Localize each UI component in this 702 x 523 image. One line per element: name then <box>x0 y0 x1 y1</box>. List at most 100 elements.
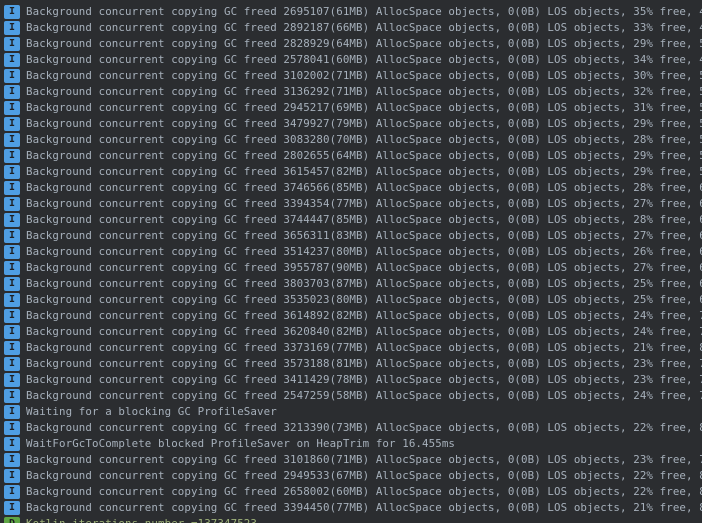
log-row[interactable]: I Background concurrent copying GC freed … <box>0 452 702 468</box>
log-message: Background concurrent copying GC freed 2… <box>26 7 702 18</box>
log-message: Background concurrent copying GC freed 3… <box>26 87 702 98</box>
log-row[interactable]: I Background concurrent copying GC freed … <box>0 148 702 164</box>
info-level-badge: I <box>4 37 20 51</box>
log-row[interactable]: I Background concurrent copying GC freed … <box>0 164 702 180</box>
log-message: WaitForGcToComplete blocked ProfileSaver… <box>26 439 455 450</box>
log-message: Background concurrent copying GC freed 3… <box>26 199 702 210</box>
info-level-badge: I <box>4 293 20 307</box>
info-level-badge: I <box>4 21 20 35</box>
log-row[interactable]: I Background concurrent copying GC freed … <box>0 116 702 132</box>
log-row[interactable]: I Background concurrent copying GC freed … <box>0 356 702 372</box>
log-message: Background concurrent copying GC freed 3… <box>26 279 702 290</box>
log-row[interactable]: I Background concurrent copying GC freed … <box>0 244 702 260</box>
info-level-badge: I <box>4 245 20 259</box>
log-message: Background concurrent copying GC freed 2… <box>26 471 702 482</box>
log-message: Kotlin iterations number =137347523 <box>26 519 257 523</box>
log-message: Background concurrent copying GC freed 3… <box>26 327 702 338</box>
log-row[interactable]: I Background concurrent copying GC freed … <box>0 4 702 20</box>
log-row[interactable]: I Background concurrent copying GC freed … <box>0 276 702 292</box>
log-row[interactable]: I Background concurrent copying GC freed … <box>0 212 702 228</box>
log-row[interactable]: I Background concurrent copying GC freed … <box>0 420 702 436</box>
info-level-badge: I <box>4 101 20 115</box>
log-row[interactable]: I Background concurrent copying GC freed … <box>0 372 702 388</box>
info-level-badge: I <box>4 197 20 211</box>
log-message: Background concurrent copying GC freed 3… <box>26 167 702 178</box>
info-level-badge: I <box>4 453 20 467</box>
log-message: Background concurrent copying GC freed 3… <box>26 231 702 242</box>
info-level-badge: I <box>4 229 20 243</box>
log-message: Background concurrent copying GC freed 3… <box>26 359 702 370</box>
info-level-badge: I <box>4 261 20 275</box>
info-level-badge: I <box>4 437 20 451</box>
log-row[interactable]: I Background concurrent copying GC freed … <box>0 388 702 404</box>
log-message: Background concurrent copying GC freed 2… <box>26 487 702 498</box>
log-row[interactable]: I Background concurrent copying GC freed … <box>0 52 702 68</box>
log-message: Background concurrent copying GC freed 3… <box>26 71 702 82</box>
info-level-badge: I <box>4 501 20 515</box>
info-level-badge: I <box>4 133 20 147</box>
log-row[interactable]: I Background concurrent copying GC freed … <box>0 132 702 148</box>
log-row[interactable]: I Background concurrent copying GC freed … <box>0 468 702 484</box>
log-message: Background concurrent copying GC freed 2… <box>26 39 702 50</box>
info-level-badge: I <box>4 373 20 387</box>
log-row[interactable]: I Background concurrent copying GC freed … <box>0 228 702 244</box>
log-message: Background concurrent copying GC freed 2… <box>26 55 702 66</box>
info-level-badge: I <box>4 165 20 179</box>
log-row[interactable]: I Background concurrent copying GC freed … <box>0 84 702 100</box>
info-level-badge: I <box>4 5 20 19</box>
log-message: Background concurrent copying GC freed 2… <box>26 151 702 162</box>
info-level-badge: I <box>4 325 20 339</box>
info-level-badge: I <box>4 357 20 371</box>
logcat-output[interactable]: I Background concurrent copying GC freed … <box>0 0 702 523</box>
log-message: Background concurrent copying GC freed 3… <box>26 119 702 130</box>
log-row[interactable]: I Background concurrent copying GC freed … <box>0 292 702 308</box>
log-message: Background concurrent copying GC freed 3… <box>26 295 702 306</box>
info-level-badge: I <box>4 469 20 483</box>
log-row[interactable]: I Background concurrent copying GC freed … <box>0 340 702 356</box>
log-row[interactable]: I Waiting for a blocking GC ProfileSaver <box>0 404 702 420</box>
log-message: Background concurrent copying GC freed 3… <box>26 311 702 322</box>
info-level-badge: I <box>4 405 20 419</box>
log-row[interactable]: I Background concurrent copying GC freed … <box>0 36 702 52</box>
log-row[interactable]: I Background concurrent copying GC freed … <box>0 324 702 340</box>
info-level-badge: I <box>4 277 20 291</box>
log-message: Background concurrent copying GC freed 3… <box>26 375 702 386</box>
log-message: Background concurrent copying GC freed 2… <box>26 103 702 114</box>
log-row[interactable]: I Background concurrent copying GC freed … <box>0 68 702 84</box>
info-level-badge: I <box>4 85 20 99</box>
log-message: Background concurrent copying GC freed 3… <box>26 215 702 226</box>
log-row[interactable]: I Background concurrent copying GC freed … <box>0 100 702 116</box>
info-level-badge: I <box>4 421 20 435</box>
info-level-badge: I <box>4 53 20 67</box>
log-message: Waiting for a blocking GC ProfileSaver <box>26 407 277 418</box>
log-row[interactable]: D Kotlin iterations number =137347523 <box>0 516 702 523</box>
info-level-badge: I <box>4 181 20 195</box>
log-message: Background concurrent copying GC freed 2… <box>26 391 702 402</box>
log-message: Background concurrent copying GC freed 2… <box>26 23 702 34</box>
info-level-badge: I <box>4 485 20 499</box>
log-message: Background concurrent copying GC freed 3… <box>26 455 702 466</box>
log-row[interactable]: I Background concurrent copying GC freed … <box>0 500 702 516</box>
info-level-badge: I <box>4 341 20 355</box>
log-row[interactable]: I Background concurrent copying GC freed … <box>0 260 702 276</box>
log-message: Background concurrent copying GC freed 3… <box>26 247 702 258</box>
log-row[interactable]: I Background concurrent copying GC freed … <box>0 308 702 324</box>
log-row[interactable]: I Background concurrent copying GC freed … <box>0 196 702 212</box>
log-row[interactable]: I Background concurrent copying GC freed … <box>0 20 702 36</box>
debug-level-badge: D <box>4 517 20 523</box>
log-message: Background concurrent copying GC freed 3… <box>26 183 702 194</box>
info-level-badge: I <box>4 389 20 403</box>
log-message: Background concurrent copying GC freed 3… <box>26 503 702 514</box>
log-message: Background concurrent copying GC freed 3… <box>26 263 702 274</box>
log-row[interactable]: I Background concurrent copying GC freed … <box>0 484 702 500</box>
info-level-badge: I <box>4 309 20 323</box>
log-message: Background concurrent copying GC freed 3… <box>26 343 702 354</box>
info-level-badge: I <box>4 213 20 227</box>
log-message: Background concurrent copying GC freed 3… <box>26 135 702 146</box>
log-row[interactable]: I Background concurrent copying GC freed … <box>0 180 702 196</box>
info-level-badge: I <box>4 69 20 83</box>
info-level-badge: I <box>4 149 20 163</box>
log-row[interactable]: I WaitForGcToComplete blocked ProfileSave… <box>0 436 702 452</box>
log-message: Background concurrent copying GC freed 3… <box>26 423 702 434</box>
info-level-badge: I <box>4 117 20 131</box>
